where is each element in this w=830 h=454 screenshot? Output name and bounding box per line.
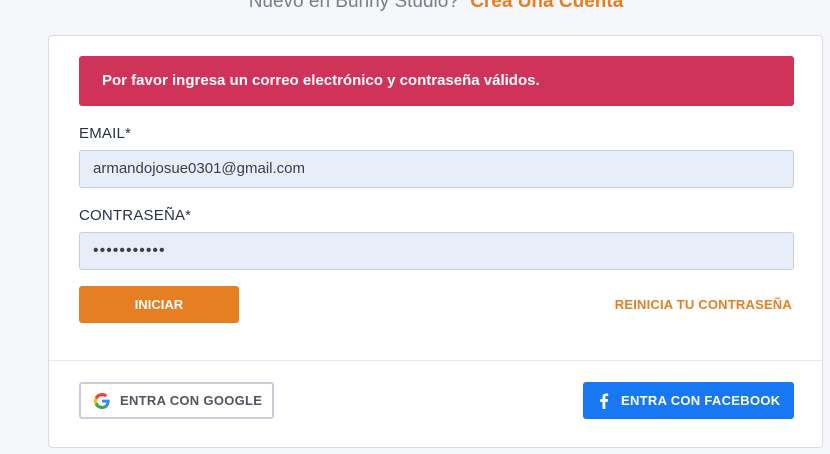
email-label: EMAIL* <box>79 125 132 142</box>
facebook-button-label: ENTRA CON FACEBOOK <box>621 393 781 408</box>
password-label: CONTRASEÑA* <box>79 207 192 224</box>
login-card: Por favor ingresa un correo electrónico … <box>48 35 823 448</box>
google-button-label: ENTRA CON GOOGLE <box>120 393 263 408</box>
create-account-link[interactable]: Crea Una Cuenta <box>470 0 623 12</box>
email-field[interactable]: armandojosue0301@gmail.com <box>79 150 794 188</box>
reset-password-link[interactable]: REINICIA TU CONTRASEÑA <box>615 297 792 312</box>
password-field[interactable]: ••••••••••• <box>79 232 794 270</box>
google-login-button[interactable]: ENTRA CON GOOGLE <box>79 382 274 419</box>
error-alert: Por favor ingresa un correo electrónico … <box>79 56 794 106</box>
divider <box>49 360 822 361</box>
signup-prompt: Nuevo en Bunny Studio? Crea Una Cuenta <box>0 0 830 13</box>
login-button[interactable]: INICIAR <box>79 286 239 323</box>
error-alert-message: Por favor ingresa un correo electrónico … <box>102 72 540 89</box>
google-icon <box>94 392 110 409</box>
facebook-icon <box>599 392 609 409</box>
signup-prompt-text: Nuevo en Bunny Studio? <box>248 0 459 12</box>
facebook-login-button[interactable]: ENTRA CON FACEBOOK <box>583 382 794 419</box>
